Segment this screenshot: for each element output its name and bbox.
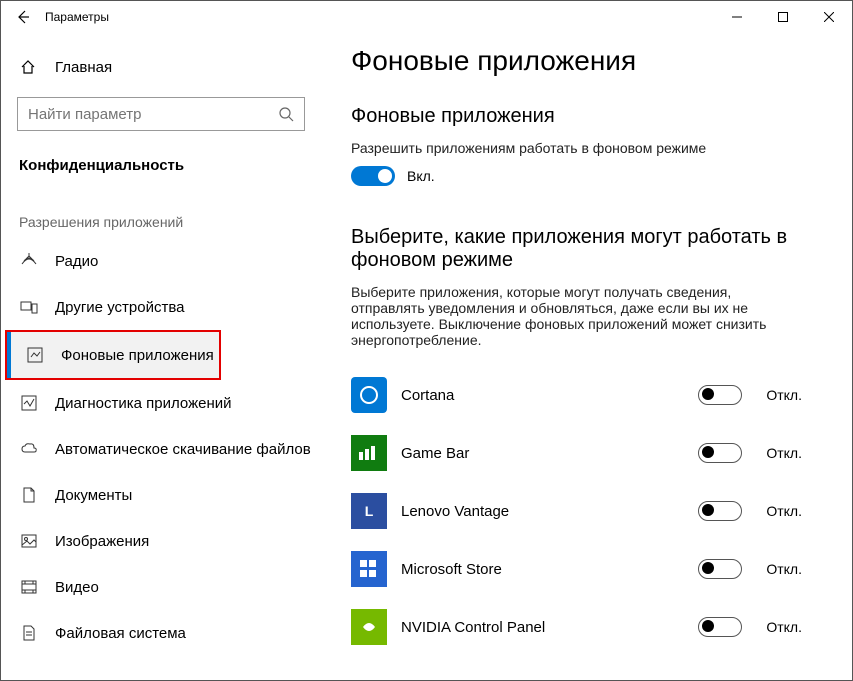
radio-icon xyxy=(19,251,39,271)
cloud-icon xyxy=(19,439,39,459)
app-row-lenovo: L Lenovo Vantage Откл. xyxy=(351,482,812,540)
window-title: Параметры xyxy=(45,10,714,24)
sidebar-item-label: Радио xyxy=(55,253,98,270)
master-desc: Разрешить приложениям работать в фоновом… xyxy=(351,140,781,156)
sidebar-item-other-devices[interactable]: Другие устройства xyxy=(1,284,321,330)
app-toggle-store[interactable] xyxy=(698,559,742,579)
sidebar-item-videos[interactable]: Видео xyxy=(1,564,321,610)
sidebar-item-documents[interactable]: Документы xyxy=(1,472,321,518)
app-toggle-nvidia[interactable] xyxy=(698,617,742,637)
app-name: Game Bar xyxy=(401,445,698,462)
sidebar-item-label: Другие устройства xyxy=(55,299,184,316)
toggle-state: Откл. xyxy=(766,619,802,635)
sidebar-item-filesystem[interactable]: Файловая система xyxy=(1,610,321,656)
lenovo-icon: L xyxy=(351,493,387,529)
master-toggle[interactable] xyxy=(351,166,395,186)
content-area: Фоновые приложения Фоновые приложения Ра… xyxy=(321,33,852,680)
picture-icon xyxy=(19,531,39,551)
sidebar-item-label: Фоновые приложения xyxy=(61,347,214,364)
back-button[interactable] xyxy=(7,1,39,33)
toggle-state: Откл. xyxy=(766,503,802,519)
toggle-state: Откл. xyxy=(766,445,802,461)
master-toggle-label: Вкл. xyxy=(407,168,435,184)
sidebar-item-pictures[interactable]: Изображения xyxy=(1,518,321,564)
sidebar: Главная Конфиденциальность Разрешения пр… xyxy=(1,33,321,680)
sidebar-item-auto-downloads[interactable]: Автоматическое скачивание файлов xyxy=(1,426,321,472)
search-icon xyxy=(278,106,294,122)
toggle-state: Откл. xyxy=(766,561,802,577)
app-row-gamebar: Game Bar Откл. xyxy=(351,424,812,482)
app-row-nvidia: NVIDIA Control Panel Откл. xyxy=(351,598,812,656)
app-toggle-cortana[interactable] xyxy=(698,385,742,405)
toggle-state: Откл. xyxy=(766,387,802,403)
app-name: NVIDIA Control Panel xyxy=(401,619,698,636)
highlight-box: Фоновые приложения xyxy=(5,330,221,380)
sidebar-item-label: Файловая система xyxy=(55,625,186,642)
diagnostics-icon xyxy=(19,393,39,413)
home-label: Главная xyxy=(55,59,112,76)
document-icon xyxy=(19,485,39,505)
sidebar-item-app-diagnostics[interactable]: Диагностика приложений xyxy=(1,380,321,426)
app-name: Lenovo Vantage xyxy=(401,503,698,520)
app-toggle-lenovo[interactable] xyxy=(698,501,742,521)
section-heading: Конфиденциальность xyxy=(1,141,321,186)
app-toggle-gamebar[interactable] xyxy=(698,443,742,463)
sidebar-item-label: Изображения xyxy=(55,533,149,550)
sidebar-item-radio[interactable]: Радио xyxy=(1,238,321,284)
app-row-cortana: Cortana Откл. xyxy=(351,366,812,424)
devices-icon xyxy=(19,297,39,317)
cortana-icon xyxy=(351,377,387,413)
close-button[interactable] xyxy=(806,1,852,33)
sidebar-item-label: Видео xyxy=(55,579,99,596)
app-name: Cortana xyxy=(401,387,698,404)
app-list: Cortana Откл. Game Bar Откл. L xyxy=(351,366,812,656)
video-icon xyxy=(19,577,39,597)
apps-heading: Выберите, какие приложения могут работат… xyxy=(351,226,812,272)
page-title: Фоновые приложения xyxy=(351,45,812,77)
sidebar-item-label: Диагностика приложений xyxy=(55,395,231,412)
master-heading: Фоновые приложения xyxy=(351,105,812,128)
gamebar-icon xyxy=(351,435,387,471)
background-apps-icon xyxy=(25,345,45,365)
home-nav[interactable]: Главная xyxy=(1,47,321,87)
app-name: Microsoft Store xyxy=(401,561,698,578)
search-box[interactable] xyxy=(17,97,305,131)
maximize-button[interactable] xyxy=(760,1,806,33)
filesystem-icon xyxy=(19,623,39,643)
search-input[interactable] xyxy=(28,106,278,123)
home-icon xyxy=(19,58,37,76)
sidebar-item-label: Документы xyxy=(55,487,132,504)
titlebar: Параметры xyxy=(1,1,852,33)
app-row-store: Microsoft Store Откл. xyxy=(351,540,812,598)
store-icon xyxy=(351,551,387,587)
sidebar-item-label: Автоматическое скачивание файлов xyxy=(55,441,311,458)
sidebar-item-background-apps[interactable]: Фоновые приложения xyxy=(7,332,219,378)
nvidia-icon xyxy=(351,609,387,645)
subsection-heading: Разрешения приложений xyxy=(1,186,321,238)
minimize-button[interactable] xyxy=(714,1,760,33)
apps-desc: Выберите приложения, которые могут получ… xyxy=(351,284,781,348)
